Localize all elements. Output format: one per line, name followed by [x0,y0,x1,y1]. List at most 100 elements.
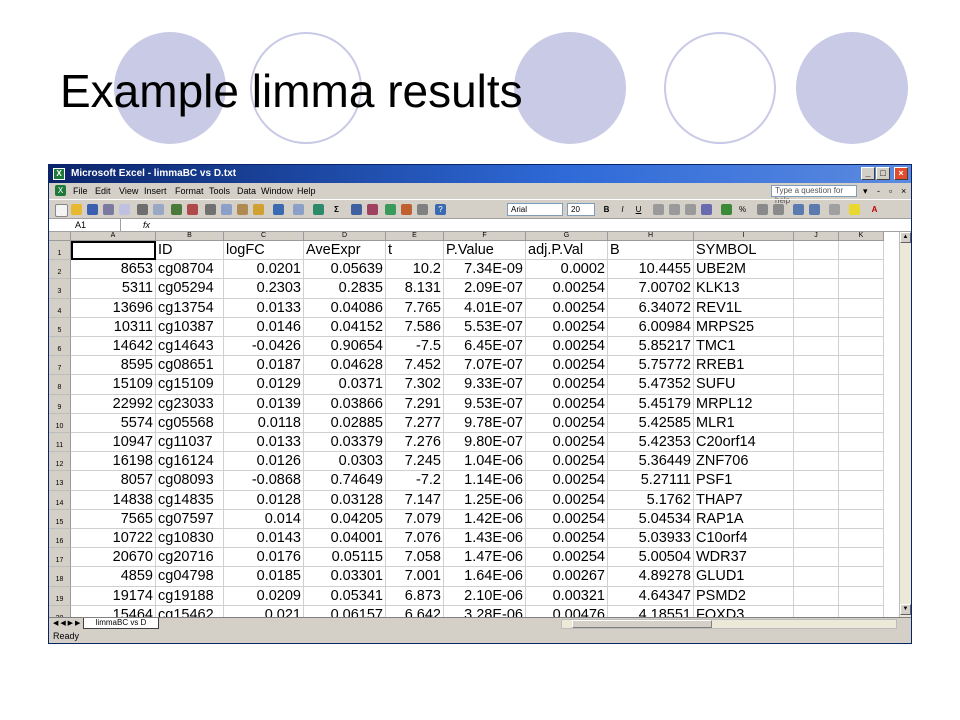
font-name-select[interactable]: Arial [507,203,563,216]
table-cell[interactable]: 1.47E-06 [444,548,526,568]
header-cell[interactable]: B [608,241,694,261]
table-cell[interactable]: FOXD3 [694,605,794,617]
table-cell[interactable]: 0.06157 [304,605,386,617]
table-cell[interactable]: 0.0129 [224,375,304,395]
table-cell[interactable]: 0.00254 [526,509,608,529]
menu-tools[interactable]: Tools [209,183,230,199]
column-header-g[interactable]: G [526,232,608,241]
table-cell[interactable]: 4.64347 [608,586,694,606]
header-cell[interactable]: AveExpr [304,241,386,261]
table-cell[interactable]: 0.00254 [526,337,608,357]
preview-icon[interactable] [153,204,164,215]
table-cell[interactable]: 0.90654 [304,337,386,357]
copy-icon[interactable] [221,204,232,215]
table-cell[interactable]: 9.33E-07 [444,375,526,395]
table-cell[interactable]: 0.05639 [304,260,386,280]
sheet-tab[interactable]: limmaBC vs D [83,618,159,629]
column-header-j[interactable]: J [794,232,839,241]
sort-desc-icon[interactable] [367,204,378,215]
table-cell[interactable]: 0.74649 [304,471,386,491]
table-cell[interactable]: 7.058 [386,548,444,568]
table-cell[interactable]: 7.765 [386,298,444,318]
table-cell[interactable] [794,394,839,414]
header-cell[interactable]: t [386,241,444,261]
table-cell[interactable] [839,317,884,337]
header-cell[interactable]: ID [156,241,224,261]
table-cell[interactable]: 5.27111 [608,471,694,491]
table-cell[interactable]: cg10387 [156,317,224,337]
hyperlink-icon[interactable] [313,204,324,215]
help-search-input[interactable]: Type a question for help [771,185,857,205]
table-cell[interactable]: 5.75772 [608,356,694,376]
table-cell[interactable]: cg08093 [156,471,224,491]
table-cell[interactable]: cg08704 [156,260,224,280]
table-cell[interactable]: 5.04534 [608,509,694,529]
table-cell[interactable]: 1.42E-06 [444,509,526,529]
row-header[interactable]: 13 [49,471,71,491]
print-icon[interactable] [137,204,148,215]
table-cell[interactable] [794,509,839,529]
excel-doc-icon[interactable]: X [55,185,66,196]
table-cell[interactable]: 7.076 [386,529,444,549]
table-cell[interactable]: 6.873 [386,586,444,606]
table-cell[interactable] [839,433,884,453]
font-color-icon[interactable]: A [869,204,880,215]
undo-icon[interactable] [273,204,284,215]
table-cell[interactable] [794,337,839,357]
table-cell[interactable]: 5.1762 [608,490,694,510]
row-header[interactable]: 9 [49,394,71,414]
table-cell[interactable]: 0.04205 [304,509,386,529]
menu-insert[interactable]: Insert [144,183,167,199]
table-cell[interactable]: 0.0185 [224,567,304,587]
table-cell[interactable]: -7.5 [386,337,444,357]
align-left-icon[interactable] [653,204,664,215]
table-cell[interactable]: 0.021 [224,605,304,617]
row-header[interactable]: 18 [49,567,71,587]
table-cell[interactable]: cg14835 [156,490,224,510]
align-center-icon[interactable] [669,204,680,215]
drawing-icon[interactable] [401,204,412,215]
spelling-icon[interactable] [171,204,182,215]
table-cell[interactable]: 0.03379 [304,433,386,453]
row-header[interactable]: 1 [49,241,71,261]
table-cell[interactable]: 7.147 [386,490,444,510]
table-cell[interactable] [839,529,884,549]
table-cell[interactable]: 0.03128 [304,490,386,510]
chevron-down-icon[interactable]: ▾ [863,183,868,199]
table-cell[interactable] [839,471,884,491]
row-header[interactable]: 12 [49,452,71,472]
table-cell[interactable]: 19174 [71,586,156,606]
table-cell[interactable]: 8.131 [386,279,444,299]
table-cell[interactable]: 10947 [71,433,156,453]
table-cell[interactable]: cg07597 [156,509,224,529]
table-cell[interactable]: 0.0146 [224,317,304,337]
table-cell[interactable]: C10orf4 [694,529,794,549]
table-cell[interactable]: 0.04628 [304,356,386,376]
table-cell[interactable]: 0.014 [224,509,304,529]
table-cell[interactable]: 0.00476 [526,605,608,617]
table-cell[interactable]: UBE2M [694,260,794,280]
table-cell[interactable] [839,279,884,299]
table-cell[interactable] [794,548,839,568]
table-cell[interactable]: 0.04086 [304,298,386,318]
table-cell[interactable]: 0.0303 [304,452,386,472]
menu-format[interactable]: Format [175,183,204,199]
column-header-c[interactable]: C [224,232,304,241]
doc-restore-button[interactable]: ▫ [889,183,892,199]
table-cell[interactable]: 0.05115 [304,548,386,568]
table-cell[interactable] [839,260,884,280]
row-header[interactable]: 14 [49,490,71,510]
table-cell[interactable]: cg15462 [156,605,224,617]
table-cell[interactable]: 15464 [71,605,156,617]
table-cell[interactable]: cg23033 [156,394,224,414]
table-cell[interactable]: 7565 [71,509,156,529]
header-cell[interactable]: adj.P.Val [526,241,608,261]
table-cell[interactable]: 9.78E-07 [444,413,526,433]
table-cell[interactable]: 0.00254 [526,375,608,395]
header-cell[interactable]: logFC [224,241,304,261]
table-cell[interactable]: 7.00702 [608,279,694,299]
table-cell[interactable]: REV1L [694,298,794,318]
table-cell[interactable]: TMC1 [694,337,794,357]
table-cell[interactable]: 0.00254 [526,298,608,318]
table-cell[interactable]: 0.0187 [224,356,304,376]
